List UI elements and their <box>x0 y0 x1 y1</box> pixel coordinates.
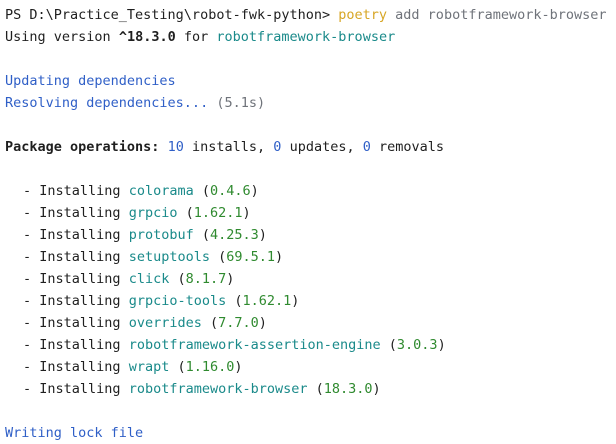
install-package-name: click <box>128 271 170 287</box>
install-package-name: grpcio-tools <box>128 293 227 309</box>
package-ops-label: Package operations: <box>5 139 160 155</box>
install-package-name: setuptools <box>128 249 210 265</box>
install-line: - Installing overrides (7.7.0) <box>23 315 267 331</box>
writing-lock-text: Writing lock file <box>5 425 144 441</box>
install-prefix: - Installing <box>23 359 121 375</box>
updating-text: Updating dependencies <box>5 73 176 89</box>
install-package-name: robotframework-browser <box>128 381 308 397</box>
install-package-version: 1.16.0 <box>185 359 235 375</box>
version-line: Using version ^18.3.0 for robotframework… <box>5 26 616 48</box>
removals-label: removals <box>379 139 445 155</box>
installs-label: installs, <box>191 139 266 155</box>
install-package-name: overrides <box>128 315 202 331</box>
install-line: - Installing wrapt (1.16.0) <box>23 359 243 375</box>
install-line: - Installing robotframework-browser (18.… <box>23 381 381 397</box>
install-prefix: - Installing <box>23 205 121 221</box>
install-line: - Installing colorama (0.4.6) <box>23 183 259 199</box>
install-line: - Installing protobuf (4.25.3) <box>23 227 267 243</box>
install-package-version: 18.3.0 <box>323 381 373 397</box>
install-line: - Installing grpcio-tools (1.62.1) <box>23 293 300 309</box>
install-package-version: 0.4.6 <box>209 183 251 199</box>
resolving-line: Resolving dependencies... (5.1s) <box>5 92 616 114</box>
command-args: add robotframework-browser <box>395 7 607 23</box>
install-package-name: protobuf <box>128 227 194 243</box>
resolving-text: Resolving dependencies... <box>5 95 209 111</box>
install-prefix: - Installing <box>23 227 121 243</box>
install-package-name: robotframework-assertion-engine <box>128 337 381 353</box>
updates-label: updates, <box>289 139 355 155</box>
terminal-output[interactable]: PS D:\Practice_Testing\robot-fwk-python>… <box>0 0 616 442</box>
version-prefix: Using version <box>5 29 111 45</box>
updating-line: Updating dependencies <box>5 70 616 92</box>
install-package-version: 7.7.0 <box>218 315 259 331</box>
install-prefix: - Installing <box>23 381 121 397</box>
install-package-version: 1.62.1 <box>193 205 243 221</box>
install-line: - Installing robotframework-assertion-en… <box>23 337 446 353</box>
install-package-version: 8.1.7 <box>185 271 227 287</box>
install-package-name: grpcio <box>128 205 178 221</box>
version-middle: for <box>183 29 209 45</box>
install-line: - Installing setuptools (69.5.1) <box>23 249 284 265</box>
install-prefix: - Installing <box>23 337 121 353</box>
version-value: ^18.3.0 <box>118 29 176 45</box>
version-package: robotframework-browser <box>216 29 396 45</box>
install-package-version: 3.0.3 <box>396 337 438 353</box>
install-prefix: - Installing <box>23 271 121 287</box>
install-package-name: colorama <box>128 183 194 199</box>
install-package-name: wrapt <box>128 359 170 375</box>
updates-count: 0 <box>273 139 282 155</box>
prompt-path: PS D:\Practice_Testing\robot-fwk-python> <box>5 7 331 23</box>
resolving-time: (5.1s) <box>216 95 266 111</box>
install-prefix: - Installing <box>23 249 121 265</box>
writing-lock-line: Writing lock file <box>5 422 616 444</box>
install-package-version: 4.25.3 <box>209 227 259 243</box>
install-line: - Installing grpcio (1.62.1) <box>23 205 251 221</box>
install-prefix: - Installing <box>23 315 121 331</box>
removals-count: 0 <box>362 139 371 155</box>
install-package-version: 69.5.1 <box>226 249 276 265</box>
install-prefix: - Installing <box>23 183 121 199</box>
package-ops-line: Package operations: 10 installs, 0 updat… <box>5 136 616 158</box>
installs-count: 10 <box>167 139 184 155</box>
prompt-line: PS D:\Practice_Testing\robot-fwk-python>… <box>5 4 616 26</box>
command-tool: poetry <box>338 7 388 23</box>
install-package-version: 1.62.1 <box>242 293 292 309</box>
install-line: - Installing click (8.1.7) <box>23 271 235 287</box>
install-prefix: - Installing <box>23 293 121 309</box>
